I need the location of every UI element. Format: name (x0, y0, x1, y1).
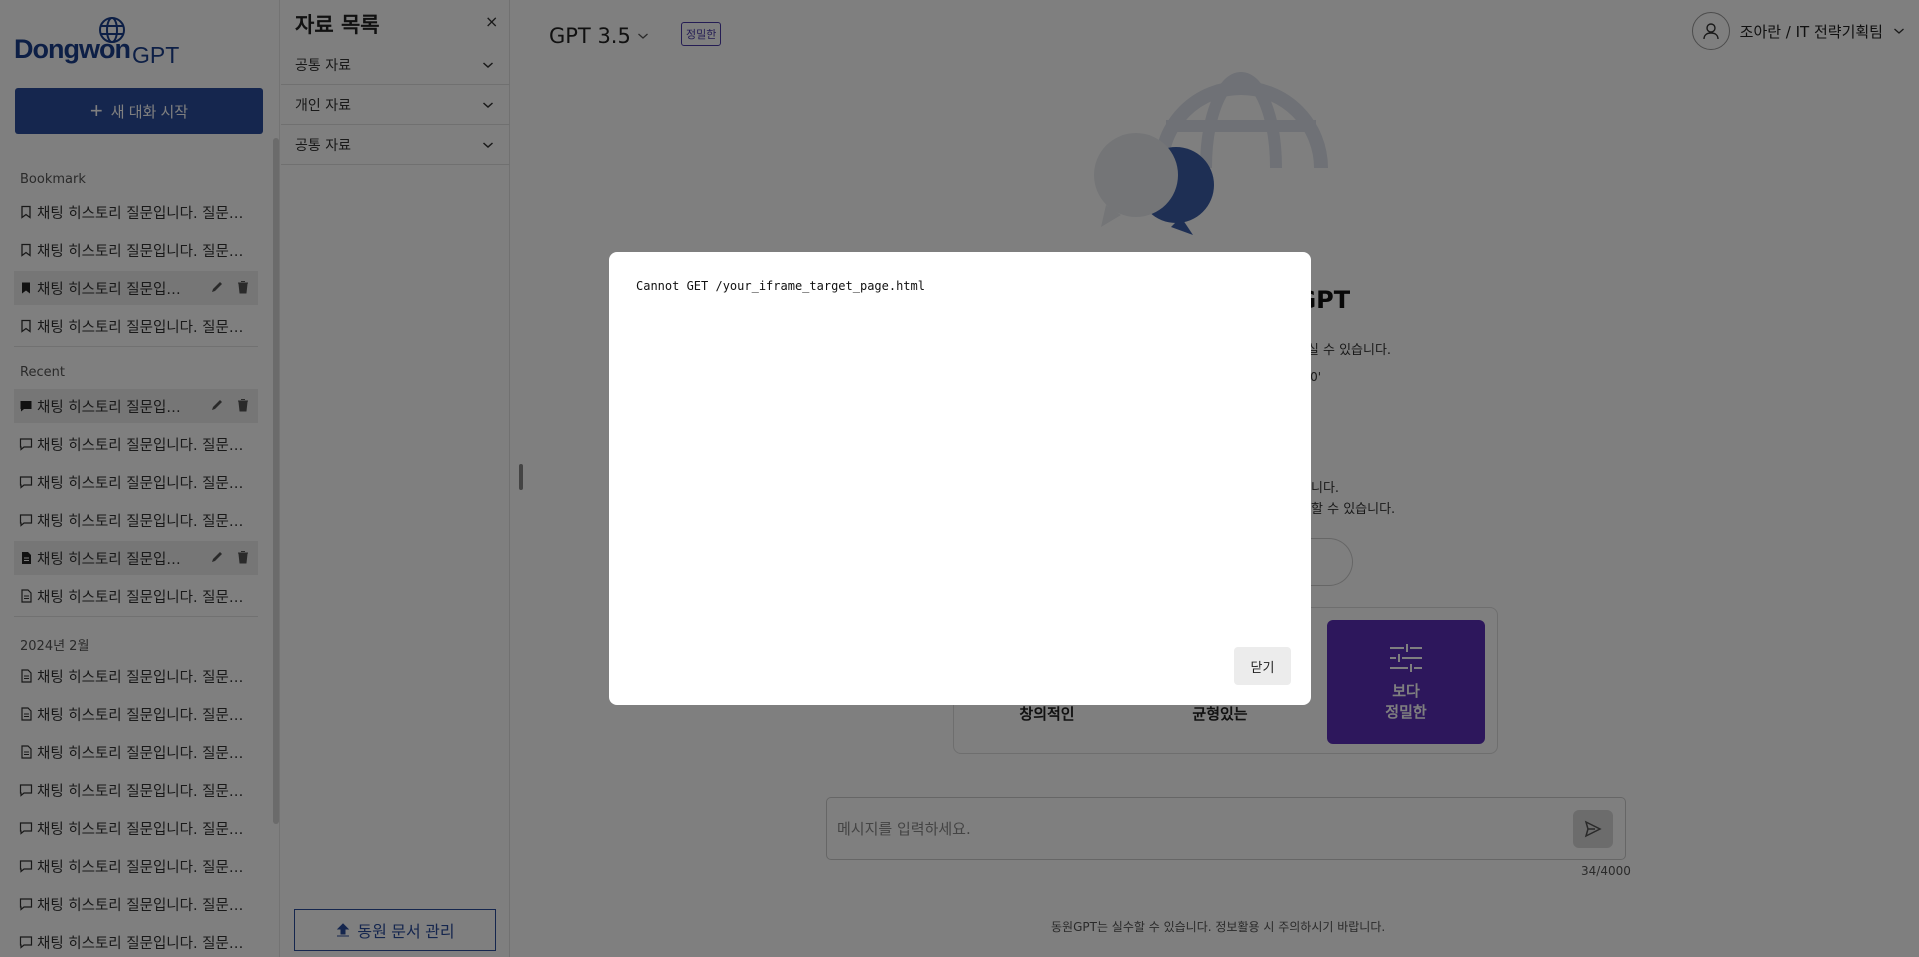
iframe-content: Cannot GET /your_iframe_target_page.html (636, 279, 1276, 629)
close-button[interactable]: 닫기 (1234, 647, 1291, 685)
iframe-modal: Cannot GET /your_iframe_target_page.html… (609, 252, 1311, 705)
iframe-error-text: Cannot GET /your_iframe_target_page.html (636, 279, 925, 293)
